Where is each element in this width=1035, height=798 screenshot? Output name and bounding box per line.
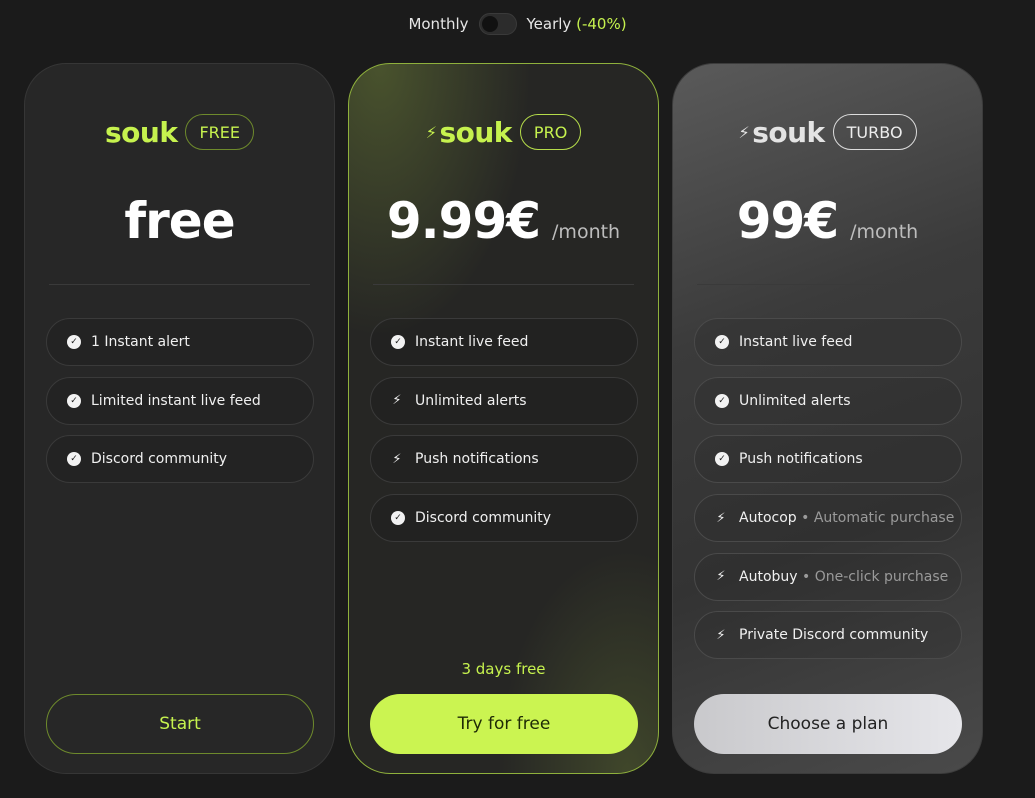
bolt-icon: ⚡ (716, 627, 726, 643)
check-icon: ✓ (391, 335, 405, 349)
bolt-icon: ⚡ (392, 393, 402, 409)
souk-logo: souk (104, 115, 178, 149)
feature-label: Push notifications (415, 451, 539, 468)
feature-item: ⚡ Autocop • Automatic purchase (694, 494, 962, 543)
check-icon: ✓ (391, 511, 405, 526)
bolt-icon: ⚡ (716, 569, 726, 585)
check-icon: ✓ (67, 393, 81, 408)
feature-item: ⚡ Private Discord community (694, 611, 962, 660)
feature-label: Unlimited alerts (415, 392, 527, 409)
choose-a-plan-button[interactable]: Choose a plan (694, 694, 962, 754)
tier-badge: PRO (519, 114, 582, 150)
check-icon: ✓ (715, 335, 729, 349)
try-for-free-button[interactable]: Try for free (370, 694, 638, 754)
billing-switch[interactable] (478, 13, 517, 35)
switch-knob (481, 16, 498, 32)
divider (697, 284, 958, 285)
yearly-text: Yearly (526, 15, 572, 33)
price-period: /month (850, 221, 919, 243)
feature-label: Discord community (91, 451, 228, 468)
tier-badge: TURBO (832, 114, 917, 150)
check-icon: ✓ (67, 335, 81, 349)
tier-badge: FREE (185, 114, 254, 150)
feature-label: Autobuy (739, 568, 798, 585)
feature-item: ⚡ Autobuy • One-click purchase (694, 552, 962, 601)
check-icon: ✓ (715, 452, 729, 467)
feature-label: Autocop (739, 510, 797, 527)
feature-label: Limited instant live feed (91, 392, 261, 409)
start-button[interactable]: Start (46, 694, 314, 754)
plan-card-free: souk FREE free ✓ 1 Instant alert ✓ Limited… (24, 63, 335, 774)
feature-sublabel: • One-click purchase (802, 568, 949, 585)
price-period: /month (552, 221, 621, 243)
feature-item: ✓ Instant live feed (370, 318, 638, 366)
price-amount: 99€ (736, 192, 839, 250)
feature-label: 1 Instant alert (91, 334, 190, 350)
plan-price: 99€ /month (673, 192, 982, 250)
plan-brand: ⚡ souk TURBO (673, 114, 982, 150)
feature-label: Push notifications (739, 451, 863, 468)
plan-brand: souk FREE (25, 114, 334, 150)
bolt-icon: ⚡ (425, 122, 437, 142)
yearly-label[interactable]: Yearly (-40%) (527, 15, 627, 33)
plan-price: free (25, 192, 334, 250)
feature-list: ✓ Instant live feed ⚡ Unlimited alerts ⚡ Pu… (370, 318, 638, 553)
logo-text: souk (752, 115, 825, 149)
bolt-icon: ⚡ (738, 122, 750, 142)
feature-label: Instant live feed (415, 334, 529, 350)
feature-item: ✓ 1 Instant alert (46, 318, 314, 366)
feature-list: ✓ Instant live feed ✓ Unlimited alerts ✓ Pu… (694, 318, 962, 670)
bolt-icon: ⚡ (716, 510, 726, 526)
feature-item: ⚡ Unlimited alerts (370, 376, 638, 425)
souk-logo: ⚡ souk (738, 115, 825, 149)
monthly-label[interactable]: Monthly (408, 15, 468, 33)
feature-label: Discord community (415, 510, 552, 527)
feature-item: ✓ Push notifications (694, 435, 962, 484)
feature-label: Private Discord community (739, 627, 929, 644)
feature-sublabel: • Automatic purchase (801, 510, 955, 527)
plan-price: 9.99€ /month (349, 192, 658, 250)
plan-brand: ⚡ souk PRO (349, 114, 658, 150)
check-icon: ✓ (67, 452, 81, 467)
divider (49, 284, 310, 285)
feature-label: Unlimited alerts (739, 392, 851, 409)
feature-item: ✓ Discord community (46, 435, 314, 484)
feature-item: ✓ Unlimited alerts (694, 376, 962, 425)
feature-item: ✓ Limited instant live feed (46, 376, 314, 425)
bolt-icon: ⚡ (392, 451, 402, 467)
feature-item: ⚡ Push notifications (370, 435, 638, 484)
billing-toggle-bar: Monthly Yearly (-40%) (0, 13, 1035, 35)
divider (373, 284, 634, 285)
logo-text: souk (439, 115, 512, 149)
trial-note: 3 days free (461, 660, 546, 678)
check-icon: ✓ (715, 393, 729, 408)
feature-item: ✓ Instant live feed (694, 318, 962, 366)
feature-item: ✓ Discord community (370, 494, 638, 543)
plan-card-turbo: ⚡ souk TURBO 99€ /month ✓ Instant live fee… (672, 63, 983, 774)
plan-card-pro: ⚡ souk PRO 9.99€ /month ✓ Instant live fee… (348, 63, 659, 774)
price-amount: 9.99€ (386, 192, 541, 250)
feature-list: ✓ 1 Instant alert ✓ Limited instant live f… (46, 318, 314, 494)
feature-label: Instant live feed (739, 334, 853, 350)
souk-logo: ⚡ souk (425, 115, 513, 149)
yearly-discount: (-40%) (576, 15, 627, 33)
price-amount: free (124, 192, 235, 250)
